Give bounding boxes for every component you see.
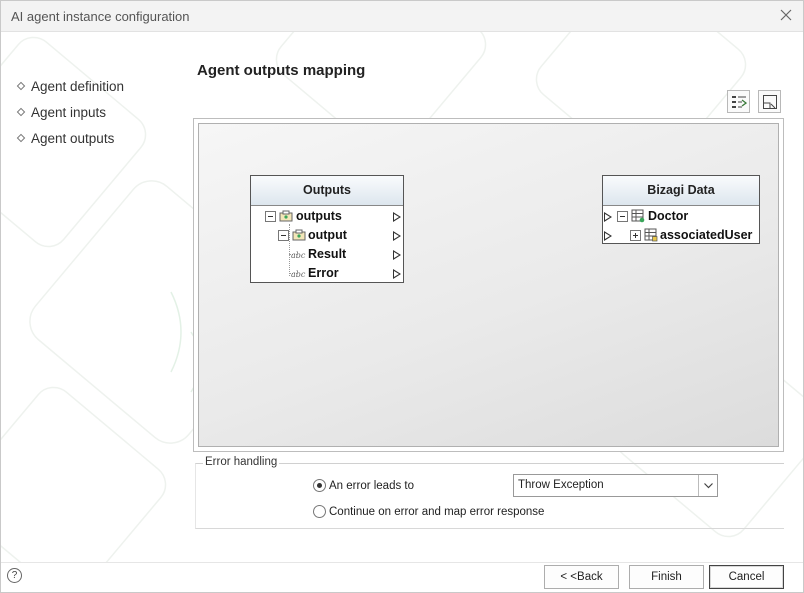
- nav-item-label: Agent outputs: [31, 130, 115, 146]
- dialog-window: AI agent instance configuration Agent de…: [0, 0, 804, 593]
- layout-icon: [763, 95, 777, 109]
- tree-row-associated-user[interactable]: associatedUser: [603, 226, 759, 245]
- layout-button[interactable]: [758, 90, 781, 113]
- bizagi-box-title: Bizagi Data: [603, 176, 759, 206]
- radio-error-leads-to[interactable]: [313, 479, 326, 492]
- nav-item-label: Agent inputs: [31, 104, 107, 120]
- back-button[interactable]: < <Back: [544, 565, 619, 589]
- expand-icon[interactable]: [630, 230, 641, 241]
- collapse-icon[interactable]: [617, 211, 628, 222]
- mapping-canvas[interactable]: Outputs outputs output abc Result abc Er…: [198, 123, 779, 447]
- tree-row-label: outputs: [296, 209, 342, 223]
- radio-error-leads-to-label[interactable]: An error leads to: [329, 480, 414, 492]
- collapse-icon[interactable]: [278, 230, 289, 241]
- error-action-select[interactable]: Throw Exception: [513, 474, 718, 497]
- dropdown-button[interactable]: [698, 475, 717, 496]
- bizagi-data-tree-box: Bizagi Data Doctor associatedUser: [602, 175, 760, 244]
- window-title: AI agent instance configuration: [11, 9, 190, 24]
- cancel-button[interactable]: Cancel: [709, 565, 784, 589]
- nav-item-agent-definition[interactable]: Agent definition: [16, 73, 124, 99]
- entity-relation-icon: [644, 228, 658, 248]
- tree-row-error[interactable]: abc Error: [251, 264, 403, 283]
- error-action-value: Throw Exception: [518, 479, 604, 491]
- nav-item-agent-outputs[interactable]: Agent outputs: [16, 125, 124, 151]
- tree-row-result[interactable]: abc Result: [251, 245, 403, 264]
- collapse-icon[interactable]: [265, 211, 276, 222]
- page-title: Agent outputs mapping: [197, 62, 366, 79]
- tree-row-label: Doctor: [648, 209, 689, 223]
- tree-row-output[interactable]: output: [251, 226, 403, 245]
- diamond-bullet-icon: [16, 133, 26, 143]
- connector-arrow-icon[interactable]: [393, 212, 401, 222]
- tree-row-label: associatedUser: [660, 228, 753, 242]
- tree-row-outputs[interactable]: outputs: [251, 207, 403, 226]
- chevron-down-icon: [704, 483, 713, 489]
- help-icon[interactable]: ?: [7, 568, 22, 583]
- connector-arrow-icon[interactable]: [604, 212, 612, 222]
- sidebar-nav: Agent definition Agent inputs Agent outp…: [16, 73, 124, 151]
- tree-row-label: Error: [308, 266, 339, 280]
- string-type-icon: abc: [291, 251, 306, 260]
- diamond-bullet-icon: [16, 81, 26, 91]
- auto-map-button[interactable]: [727, 90, 750, 113]
- mapping-canvas-frame: Outputs outputs output abc Result abc Er…: [193, 118, 784, 452]
- connector-arrow-icon[interactable]: [393, 269, 401, 279]
- tree-row-doctor[interactable]: Doctor: [603, 207, 759, 226]
- tree-row-label: Result: [308, 247, 347, 261]
- string-type-icon: abc: [291, 270, 306, 279]
- auto-map-icon: [732, 96, 747, 108]
- finish-button[interactable]: Finish: [629, 565, 704, 589]
- radio-continue-on-error-label[interactable]: Continue on error and map error response: [329, 506, 544, 518]
- radio-continue-on-error[interactable]: [313, 505, 326, 518]
- tree-row-label: output: [308, 228, 347, 242]
- nav-item-label: Agent definition: [31, 78, 125, 94]
- connector-arrow-icon[interactable]: [393, 231, 401, 241]
- connector-arrow-icon[interactable]: [604, 231, 612, 241]
- outputs-tree-box: Outputs outputs output abc Result abc Er…: [250, 175, 404, 283]
- connector-arrow-icon[interactable]: [393, 250, 401, 260]
- title-bar: AI agent instance configuration: [1, 1, 803, 32]
- diamond-bullet-icon: [16, 107, 26, 117]
- nav-item-agent-inputs[interactable]: Agent inputs: [16, 99, 124, 125]
- outputs-box-title: Outputs: [251, 176, 403, 206]
- error-handling-legend: Error handling: [203, 456, 280, 468]
- close-icon[interactable]: [779, 8, 793, 22]
